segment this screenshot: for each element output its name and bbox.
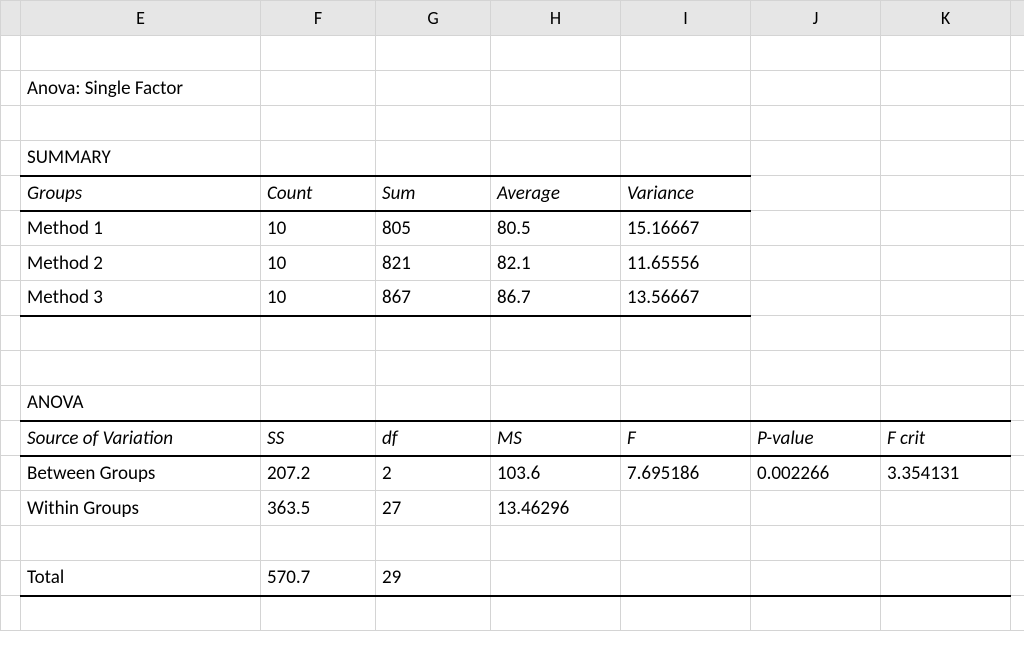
summary-col-average[interactable]: Average [491,176,621,211]
column-header-row: E F G H I J K [1,1,1024,36]
summary-variance[interactable]: 11.65556 [621,246,751,281]
summary-variance[interactable]: 13.56667 [621,281,751,316]
anova-col-pvalue[interactable]: P-value [751,421,881,456]
col-header-K[interactable]: K [881,1,1011,36]
summary-count[interactable]: 10 [261,281,376,316]
anova-df[interactable]: 2 [376,456,491,491]
summary-group[interactable]: Method 1 [21,211,261,246]
summary-variance[interactable]: 15.16667 [621,211,751,246]
anova-total-label[interactable]: Total [21,561,261,596]
table-row[interactable]: Anova: Single Factor [1,71,1024,106]
anova-col-f[interactable]: F [621,421,751,456]
anova-f[interactable]: 7.695186 [621,456,751,491]
summary-sum[interactable]: 867 [376,281,491,316]
summary-average[interactable]: 86.7 [491,281,621,316]
summary-data-row[interactable]: Method 3 10 867 86.7 13.56667 [1,281,1024,316]
col-header-F[interactable]: F [261,1,376,36]
anova-header-row[interactable]: Source of Variation SS df MS F P-value F… [1,421,1024,456]
anova-heading[interactable]: ANOVA [21,386,261,421]
anova-col-ss[interactable]: SS [261,421,376,456]
summary-header-row[interactable]: Groups Count Sum Average Variance [1,176,1024,211]
anova-ss[interactable]: 363.5 [261,491,376,526]
summary-count[interactable]: 10 [261,211,376,246]
table-row[interactable] [1,106,1024,141]
anova-p[interactable] [751,491,881,526]
anova-total-df[interactable]: 29 [376,561,491,596]
col-header-G[interactable]: G [376,1,491,36]
col-header-I[interactable]: I [621,1,751,36]
col-header-H[interactable]: H [491,1,621,36]
anova-ms[interactable]: 103.6 [491,456,621,491]
summary-col-count[interactable]: Count [261,176,376,211]
summary-average[interactable]: 82.1 [491,246,621,281]
col-header-J[interactable]: J [751,1,881,36]
summary-col-groups[interactable]: Groups [21,176,261,211]
spreadsheet-grid[interactable]: E F G H I J K Anova: Single Factor SUMMA… [0,0,1024,631]
anova-col-sov[interactable]: Source of Variation [21,421,261,456]
anova-title[interactable]: Anova: Single Factor [21,71,261,106]
summary-group[interactable]: Method 3 [21,281,261,316]
anova-sov[interactable]: Between Groups [21,456,261,491]
anova-col-df[interactable]: df [376,421,491,456]
summary-group[interactable]: Method 2 [21,246,261,281]
table-row[interactable] [1,316,1024,351]
summary-col-variance[interactable]: Variance [621,176,751,211]
anova-ms[interactable]: 13.46296 [491,491,621,526]
anova-f[interactable] [621,491,751,526]
anova-data-row[interactable]: Between Groups 207.2 2 103.6 7.695186 0.… [1,456,1024,491]
anova-col-ms[interactable]: MS [491,421,621,456]
col-header-E[interactable]: E [21,1,261,36]
table-row[interactable]: SUMMARY [1,141,1024,176]
summary-data-row[interactable]: Method 2 10 821 82.1 11.65556 [1,246,1024,281]
summary-data-row[interactable]: Method 1 10 805 80.5 15.16667 [1,211,1024,246]
table-row[interactable] [1,526,1024,561]
table-row[interactable] [1,351,1024,386]
summary-average[interactable]: 80.5 [491,211,621,246]
anova-data-row[interactable]: Within Groups 363.5 27 13.46296 [1,491,1024,526]
table-row[interactable]: ANOVA [1,386,1024,421]
summary-count[interactable]: 10 [261,246,376,281]
anova-col-fcrit[interactable]: F crit [881,421,1011,456]
summary-sum[interactable]: 821 [376,246,491,281]
anova-sov[interactable]: Within Groups [21,491,261,526]
col-header-tail [1011,1,1024,36]
anova-total-row[interactable]: Total 570.7 29 [1,561,1024,596]
table-row[interactable] [1,36,1024,71]
summary-col-sum[interactable]: Sum [376,176,491,211]
anova-fcrit[interactable]: 3.354131 [881,456,1011,491]
anova-total-ss[interactable]: 570.7 [261,561,376,596]
anova-df[interactable]: 27 [376,491,491,526]
table-row[interactable] [1,596,1024,631]
anova-fcrit[interactable] [881,491,1011,526]
anova-p[interactable]: 0.002266 [751,456,881,491]
summary-heading[interactable]: SUMMARY [21,141,261,176]
summary-sum[interactable]: 805 [376,211,491,246]
anova-ss[interactable]: 207.2 [261,456,376,491]
corner-cell [1,1,21,36]
